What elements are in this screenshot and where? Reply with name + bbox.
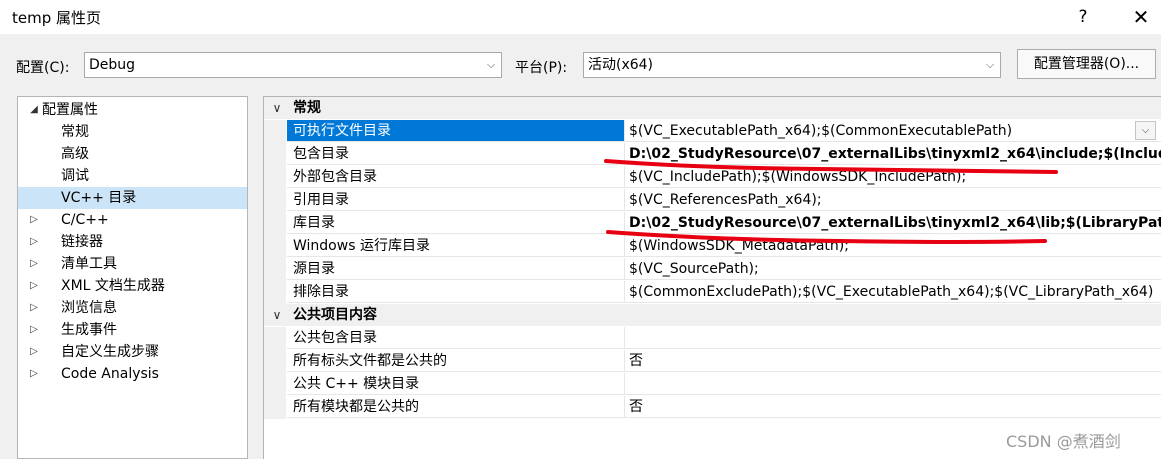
property-name: 所有模块都是公共的 (287, 396, 625, 418)
tree-item-custom-build-step[interactable]: ▷ 自定义生成步骤 (18, 341, 247, 363)
property-row-all-headers-public[interactable]: 所有标头文件都是公共的 否 (264, 350, 1161, 373)
tree-item-linker[interactable]: ▷ 链接器 (18, 231, 247, 253)
property-name: 排除目录 (287, 281, 625, 303)
config-label: 配置(C): (16, 60, 70, 76)
platform-select[interactable]: 活动(x64) ⌵ (583, 52, 1001, 78)
property-value[interactable]: 否 (625, 350, 1161, 372)
tree-item-label: XML 文档生成器 (61, 278, 165, 294)
chevron-down-icon: ⌵ (985, 58, 995, 71)
property-value[interactable]: $(VC_IncludePath);$(WindowsSDK_IncludePa… (625, 166, 1161, 188)
property-value[interactable]: $(VC_ReferencesPath_x64); (625, 189, 1161, 211)
watermark: CSDN @煮酒剑 (1006, 432, 1121, 451)
property-name: 库目录 (287, 212, 625, 234)
triangle-right-icon[interactable]: ▷ (28, 319, 40, 341)
triangle-right-icon[interactable]: ▷ (28, 209, 40, 231)
property-value[interactable]: $(VC_SourcePath); (625, 258, 1161, 280)
config-select[interactable]: Debug ⌵ (84, 52, 502, 78)
property-row-executable-dirs[interactable]: 可执行文件目录 $(VC_ExecutablePath_x64);$(Commo… (264, 120, 1161, 143)
property-row-exclude-dirs[interactable]: 排除目录 $(CommonExcludePath);$(VC_Executabl… (264, 281, 1161, 304)
property-name: 包含目录 (287, 143, 625, 165)
property-name: Windows 运行库目录 (287, 235, 625, 257)
property-value[interactable]: $(VC_ExecutablePath_x64);$(CommonExecuta… (625, 120, 1161, 142)
property-name: 公共包含目录 (287, 327, 625, 349)
category-public-project-content[interactable]: ∨ 公共项目内容 (264, 304, 1161, 326)
property-value[interactable]: $(WindowsSDK_MetadataPath); (625, 235, 1161, 257)
window-title: temp 属性页 (12, 9, 102, 27)
property-name: 所有标头文件都是公共的 (287, 350, 625, 372)
tree-item-label: 清单工具 (61, 256, 117, 272)
tree-item-label: Code Analysis (61, 366, 159, 382)
tree-item-code-analysis[interactable]: ▷ Code Analysis (18, 363, 247, 385)
tree-item-label: 浏览信息 (61, 300, 117, 316)
category-title: 常规 (293, 100, 321, 116)
property-name: 引用目录 (287, 189, 625, 211)
tree-item-manifest-tool[interactable]: ▷ 清单工具 (18, 253, 247, 275)
tree-item-label: VC++ 目录 (61, 190, 137, 206)
tree-item-label: 常规 (61, 124, 89, 140)
tree-item-label: C/C++ (61, 212, 109, 228)
config-select-value: Debug (89, 57, 136, 73)
tree-item-xml-doc-generator[interactable]: ▷ XML 文档生成器 (18, 275, 247, 297)
triangle-right-icon[interactable]: ▷ (28, 341, 40, 363)
property-row-public-cpp-module-dirs[interactable]: 公共 C++ 模块目录 (264, 373, 1161, 396)
property-row-source-dirs[interactable]: 源目录 $(VC_SourcePath); (264, 258, 1161, 281)
tree-item-debugging[interactable]: 调试 (18, 165, 247, 187)
property-name: 源目录 (287, 258, 625, 280)
tree-item-advanced[interactable]: 高级 (18, 143, 247, 165)
triangle-right-icon[interactable]: ▷ (28, 363, 40, 385)
tree-item-label: 高级 (61, 146, 89, 162)
property-value[interactable] (625, 327, 1161, 349)
property-row-external-include-dirs[interactable]: 外部包含目录 $(VC_IncludePath);$(WindowsSDK_In… (264, 166, 1161, 189)
tree-item-label: 自定义生成步骤 (61, 344, 159, 360)
chevron-down-icon[interactable]: ∨ (270, 97, 284, 119)
property-value[interactable] (625, 373, 1161, 395)
chevron-down-icon: ⌵ (486, 58, 496, 71)
tree-item-label: 链接器 (61, 234, 103, 250)
property-row-reference-dirs[interactable]: 引用目录 $(VC_ReferencesPath_x64); (264, 189, 1161, 212)
platform-label: 平台(P): (515, 60, 568, 76)
tree-item-general[interactable]: 常规 (18, 121, 247, 143)
tree-item-browse-info[interactable]: ▷ 浏览信息 (18, 297, 247, 319)
chevron-down-icon[interactable]: ⌵ (1135, 121, 1156, 140)
property-value[interactable]: D:\02_StudyResource\07_externalLibs\tiny… (625, 143, 1161, 165)
config-manager-button[interactable]: 配置管理器(O)... (1017, 49, 1156, 79)
tree-item-build-events[interactable]: ▷ 生成事件 (18, 319, 247, 341)
close-button[interactable]: ✕ (1126, 4, 1156, 30)
title-bar: temp 属性页 ? ✕ (0, 0, 1161, 34)
help-button[interactable]: ? (1068, 4, 1098, 30)
platform-select-value: 活动(x64) (588, 57, 654, 73)
tree-item-label: 生成事件 (61, 322, 117, 338)
property-row-all-modules-public[interactable]: 所有模块都是公共的 否 (264, 396, 1161, 419)
triangle-right-icon[interactable]: ▷ (28, 297, 40, 319)
category-general[interactable]: ∨ 常规 (264, 97, 1161, 119)
property-value[interactable]: D:\02_StudyResource\07_externalLibs\tiny… (625, 212, 1161, 234)
triangle-right-icon[interactable]: ▷ (28, 253, 40, 275)
property-grid: ∨ 常规 可执行文件目录 $(VC_ExecutablePath_x64);$(… (263, 96, 1161, 459)
tree-item-label: 配置属性 (42, 102, 98, 118)
property-row-library-dirs[interactable]: 库目录 D:\02_StudyResource\07_externalLibs\… (264, 212, 1161, 235)
property-name: 公共 C++ 模块目录 (287, 373, 625, 395)
chevron-down-icon[interactable]: ∨ (270, 304, 284, 326)
property-row-winrt-library-dirs[interactable]: Windows 运行库目录 $(WindowsSDK_MetadataPath)… (264, 235, 1161, 258)
tree-item-vc-directories[interactable]: VC++ 目录 (18, 187, 247, 209)
tree-item-label: 调试 (61, 168, 89, 184)
property-row-include-dirs[interactable]: 包含目录 D:\02_StudyResource\07_externalLibs… (264, 143, 1161, 166)
tree-item-c-cpp[interactable]: ▷ C/C++ (18, 209, 247, 231)
property-value[interactable]: 否 (625, 396, 1161, 418)
property-value[interactable]: $(CommonExcludePath);$(VC_ExecutablePath… (625, 281, 1161, 303)
triangle-down-icon[interactable]: ◢ (28, 99, 40, 121)
triangle-right-icon[interactable]: ▷ (28, 275, 40, 297)
property-name: 外部包含目录 (287, 166, 625, 188)
tree-item-config-properties[interactable]: ◢ 配置属性 (18, 99, 247, 121)
property-tree: ◢ 配置属性 常规 高级 调试 VC++ 目录 ▷ C/C++ ▷ 链接器 ▷ … (17, 96, 248, 459)
property-row-public-include-dirs[interactable]: 公共包含目录 (264, 327, 1161, 350)
category-title: 公共项目内容 (293, 307, 377, 323)
property-name: 可执行文件目录 (287, 120, 625, 142)
triangle-right-icon[interactable]: ▷ (28, 231, 40, 253)
